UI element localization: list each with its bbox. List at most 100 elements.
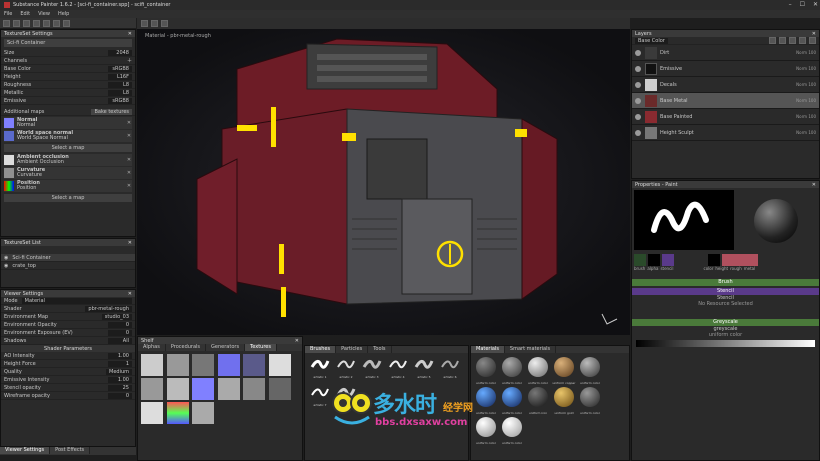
clone-tool-icon[interactable] xyxy=(53,19,60,27)
metallic-format[interactable]: L8 xyxy=(108,89,132,96)
shelf-item[interactable] xyxy=(166,402,189,424)
screenshot-icon[interactable] xyxy=(161,20,168,27)
alpha-slot[interactable] xyxy=(648,254,660,266)
add-layer-icon[interactable] xyxy=(769,37,776,44)
shelf-item[interactable] xyxy=(268,354,291,376)
map-world-normal[interactable]: World space normal World Space Normal ✕ xyxy=(4,130,132,142)
eye-icon[interactable]: ◉ xyxy=(4,263,8,269)
eye-icon[interactable] xyxy=(635,49,641,56)
stencil-slot[interactable] xyxy=(662,254,674,266)
material-channel-slot[interactable] xyxy=(722,254,758,266)
shadows-select[interactable]: All xyxy=(108,337,132,344)
eye-icon[interactable]: ◉ xyxy=(4,255,8,261)
stencil-opacity-field[interactable]: 25 xyxy=(108,384,132,391)
eye-icon[interactable] xyxy=(635,113,641,120)
3d-viewport[interactable]: Material - pbr-metal-rough xyxy=(137,29,630,335)
shelf-item[interactable] xyxy=(217,354,240,376)
envmap-select[interactable]: studio_03 xyxy=(101,313,132,320)
remove-icon[interactable]: ✕ xyxy=(126,183,132,189)
brush-item[interactable]: artistic 2 xyxy=(333,355,359,383)
layer-item[interactable]: Height Sculpt Norm 100 xyxy=(632,125,819,141)
close-icon[interactable]: ✕ xyxy=(128,240,132,246)
wireframe-opacity-field[interactable]: 0 xyxy=(108,392,132,399)
height-format[interactable]: L16F xyxy=(108,73,132,80)
add-mask-icon[interactable] xyxy=(789,37,796,44)
map-ao[interactable]: Ambient occlusion Ambient Occlusion ✕ xyxy=(4,154,132,166)
close-icon[interactable]: ✕ xyxy=(295,338,299,344)
material-item[interactable]: uniform iron xyxy=(525,385,551,415)
shelf-item[interactable] xyxy=(268,378,291,400)
select-map-button[interactable]: Select a map xyxy=(4,144,132,152)
eraser-tool-icon[interactable] xyxy=(13,19,20,27)
emissive-intensity-field[interactable]: 1.00 xyxy=(108,376,132,383)
basecolor-format[interactable]: sRGB8 xyxy=(108,65,132,72)
quality-select[interactable]: Medium xyxy=(106,368,132,375)
shelf-item[interactable] xyxy=(192,354,215,376)
shelf-item[interactable] xyxy=(217,378,240,400)
textureset-item[interactable]: ◉ crate_top xyxy=(1,262,135,270)
height-force-field[interactable]: 1 xyxy=(108,360,132,367)
menu-help[interactable]: Help xyxy=(58,11,69,17)
symmetry-icon[interactable] xyxy=(151,20,158,27)
camera-icon[interactable] xyxy=(141,20,148,27)
shelf-item[interactable] xyxy=(141,402,163,424)
material-item[interactable]: uniform color xyxy=(577,355,603,385)
shelf-item[interactable] xyxy=(192,378,215,400)
material-item[interactable]: uniform color xyxy=(525,355,551,385)
material-item[interactable]: uniform color xyxy=(473,355,499,385)
eye-icon[interactable] xyxy=(635,97,641,104)
menu-edit[interactable]: Edit xyxy=(20,11,30,17)
color-slot[interactable] xyxy=(708,254,720,266)
shelf-item[interactable] xyxy=(141,378,163,400)
tab-viewer-settings[interactable]: Viewer Settings xyxy=(0,447,51,454)
map-position[interactable]: Position Position ✕ xyxy=(4,180,132,192)
tab-post-effects[interactable]: Post Effects xyxy=(50,447,91,454)
shelf-item[interactable] xyxy=(166,354,189,376)
menu-view[interactable]: View xyxy=(38,11,50,17)
brush-item[interactable]: artistic 3 xyxy=(359,355,385,383)
shelf-item[interactable] xyxy=(243,378,266,400)
greyscale-slider[interactable] xyxy=(636,340,815,347)
shelf-item[interactable] xyxy=(166,378,189,400)
close-icon[interactable]: ✕ xyxy=(128,291,132,297)
close-icon[interactable]: ✕ xyxy=(812,31,816,37)
tab-particles[interactable]: Particles xyxy=(336,346,369,353)
add-folder-icon[interactable] xyxy=(799,37,806,44)
bake-textures-button[interactable]: Bake textures xyxy=(91,108,132,115)
close-button[interactable]: ✕ xyxy=(813,1,818,8)
menu-file[interactable]: File xyxy=(4,11,12,17)
size-select[interactable]: 2048 xyxy=(108,49,132,56)
tab-textures[interactable]: Textures xyxy=(245,344,277,351)
eye-icon[interactable] xyxy=(635,65,641,72)
brush-item[interactable]: artistic 6 xyxy=(437,355,463,383)
maximize-button[interactable]: ☐ xyxy=(800,1,805,8)
tab-brushes[interactable]: Brushes xyxy=(305,346,337,353)
layer-item[interactable]: Emissive Norm 100 xyxy=(632,61,819,77)
remove-icon[interactable]: ✕ xyxy=(126,170,132,176)
tab-procedurals[interactable]: Procedurals xyxy=(166,344,207,351)
select-map-button-2[interactable]: Select a map xyxy=(4,194,132,202)
shader-params-header[interactable]: Shader Parameters xyxy=(1,345,135,352)
map-normal[interactable]: Normal Normal ✕ xyxy=(4,117,132,129)
remove-icon[interactable]: ✕ xyxy=(126,120,132,126)
layer-item-selected[interactable]: Base Metal Norm 100 xyxy=(632,93,819,109)
shelf-item[interactable] xyxy=(243,354,266,376)
layer-item[interactable]: Dirt Norm 100 xyxy=(632,45,819,61)
tab-smart-materials[interactable]: Smart materials xyxy=(505,346,557,353)
channel-select[interactable]: Base Color xyxy=(635,37,668,44)
picker-tool-icon[interactable] xyxy=(63,19,70,27)
tab-generators[interactable]: Generators xyxy=(206,344,246,351)
env-exposure-field[interactable]: 0 xyxy=(108,329,132,336)
close-icon[interactable]: ✕ xyxy=(812,182,816,188)
material-item[interactable]: uniform color xyxy=(499,355,525,385)
env-opacity-field[interactable]: 0 xyxy=(108,321,132,328)
roughness-format[interactable]: L8 xyxy=(108,81,132,88)
add-channel-icon[interactable]: ＋ xyxy=(127,57,132,64)
textureset-item[interactable]: ◉ Sci-fi Container xyxy=(1,254,135,262)
paint-tool-icon[interactable] xyxy=(3,19,10,27)
remove-icon[interactable]: ✕ xyxy=(126,157,132,163)
shelf-item[interactable] xyxy=(141,354,163,376)
brush-item[interactable]: artistic 5 xyxy=(411,355,437,383)
eye-icon[interactable] xyxy=(635,81,641,88)
brush-item[interactable]: artistic 4 xyxy=(385,355,411,383)
